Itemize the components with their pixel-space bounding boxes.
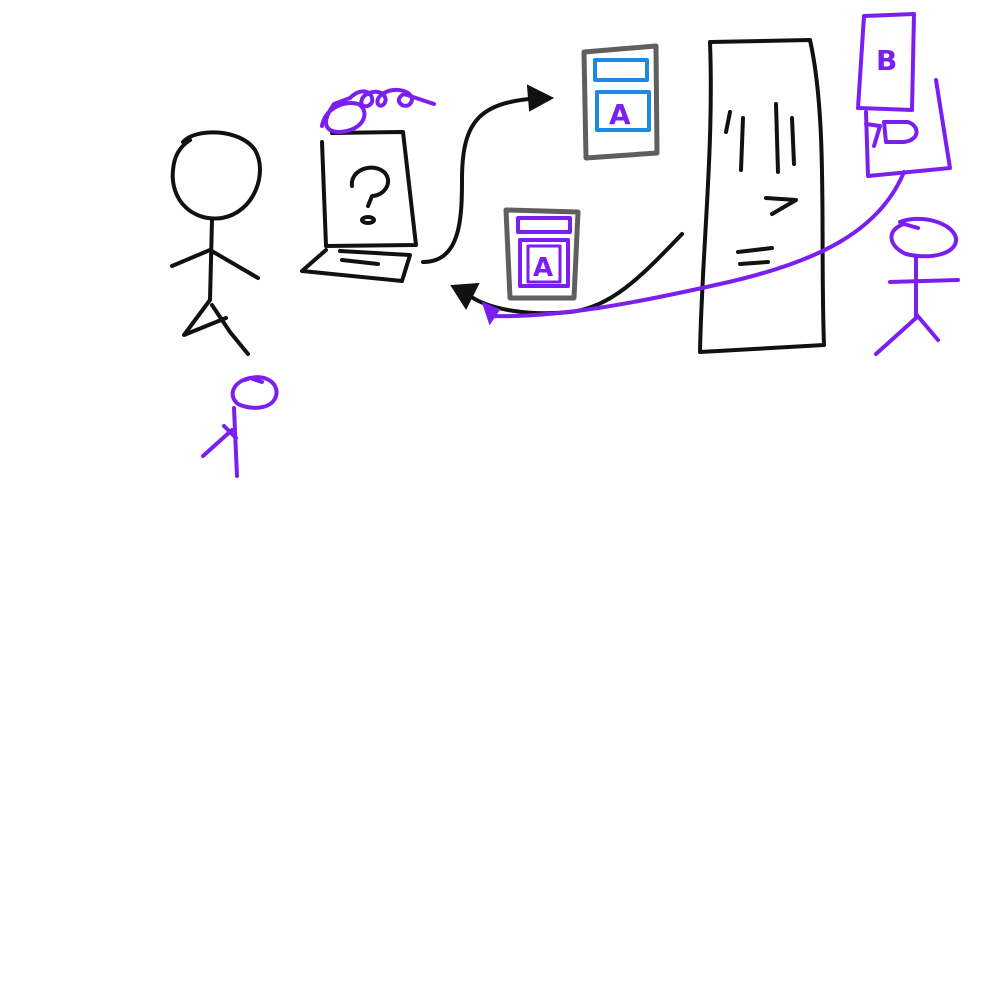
server-dash-1 xyxy=(736,246,774,254)
laptop-base xyxy=(300,248,412,283)
user-body xyxy=(208,218,214,302)
attacker-leg-right xyxy=(914,312,940,342)
bug-hook-icon xyxy=(320,87,436,134)
server-slot-1 xyxy=(724,110,732,134)
server-dash-2 xyxy=(738,260,770,266)
laptop-keyboard-line xyxy=(340,258,380,266)
response-arrow-head xyxy=(450,282,480,311)
forged-card-letter: B xyxy=(876,44,897,77)
request-arrow-icon xyxy=(421,84,555,264)
request-arrow-line xyxy=(421,96,542,264)
attacker-leg-left xyxy=(874,316,918,356)
attacker-stick-figure-icon xyxy=(874,216,960,356)
server-mark xyxy=(764,196,798,216)
question-mark-dot xyxy=(360,215,376,225)
attacker-head xyxy=(889,216,958,259)
diagram-canvas: ? A A xyxy=(0,0,1000,1000)
observer-arm xyxy=(201,428,234,458)
user-head xyxy=(170,130,262,221)
tampered-document-header-bar xyxy=(516,216,572,234)
attacker-arrow-line xyxy=(488,170,906,319)
document-top-header-bar xyxy=(593,58,649,82)
user-leg-right xyxy=(210,303,250,356)
tampered-document-letter: A xyxy=(533,253,553,283)
server-slot-4 xyxy=(790,116,796,166)
observer-body xyxy=(232,406,239,478)
user-stick-figure-icon xyxy=(170,130,262,356)
server-outline xyxy=(698,38,826,354)
request-arrow-head xyxy=(526,84,555,112)
forged-card-icon xyxy=(856,12,952,178)
document-top-letter: A xyxy=(609,98,631,131)
server-slot-2 xyxy=(739,116,745,172)
observer-head xyxy=(230,375,279,410)
question-mark-curve xyxy=(349,165,391,208)
attacker-arms xyxy=(888,278,960,284)
user-arms xyxy=(170,248,260,280)
observer-stick-figure-icon xyxy=(201,375,279,478)
laptop-icon xyxy=(300,130,418,283)
forged-card-lower-mark xyxy=(864,120,919,148)
server-slot-3 xyxy=(774,102,780,174)
bug-hook-loop xyxy=(320,96,367,134)
bug-hook-tail xyxy=(348,87,436,109)
laptop-screen xyxy=(320,130,418,248)
server-tower-icon xyxy=(698,38,826,354)
diagram-svg: ? A A xyxy=(170,12,960,478)
